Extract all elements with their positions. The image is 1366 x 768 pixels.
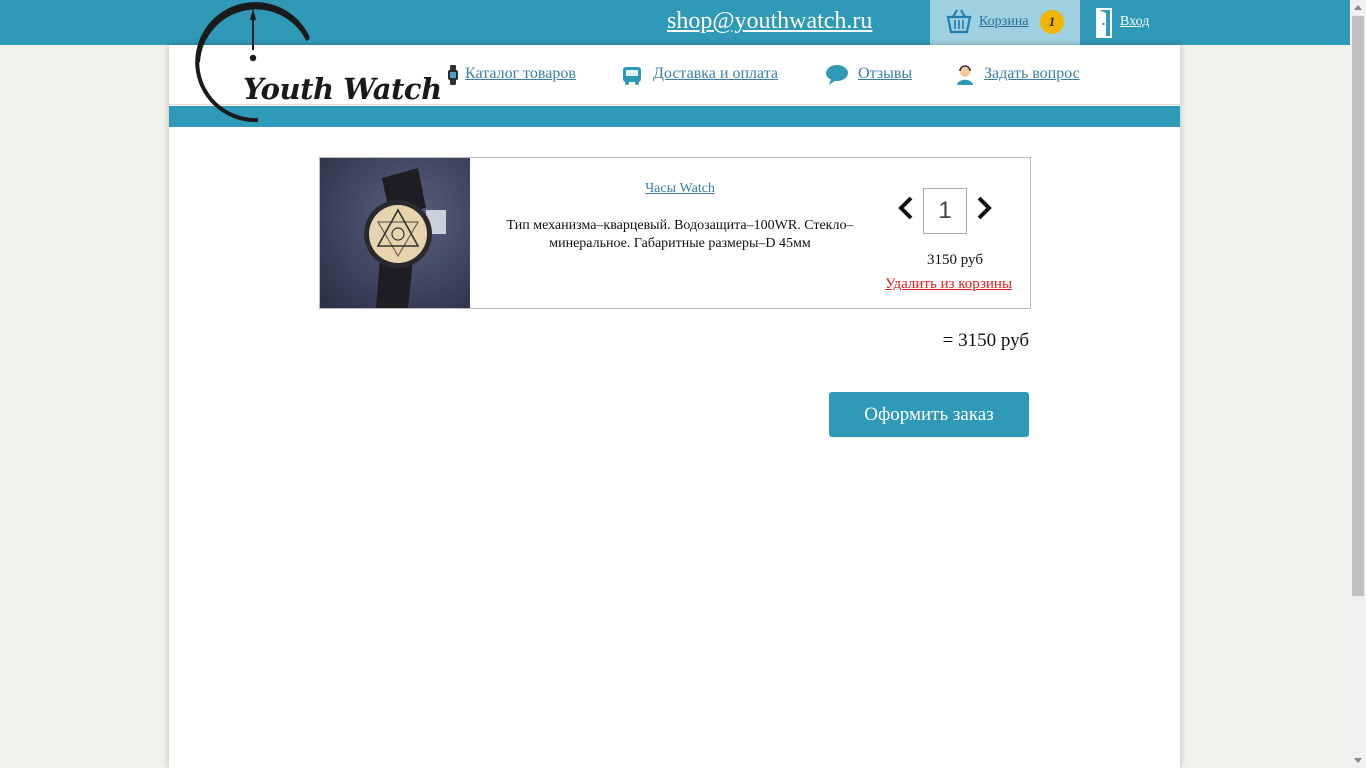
product-name-container: Часы Watch — [470, 179, 890, 197]
cart-count-badge: 1 — [1040, 10, 1064, 34]
scrollbar-thumb[interactable] — [1352, 16, 1364, 596]
nav-delivery-label: Доставка и оплата — [653, 65, 778, 82]
scroll-down-arrow-icon[interactable] — [1354, 758, 1362, 763]
nav-ask-label: Задать вопрос — [984, 65, 1080, 82]
cart-total: = 3150 руб — [942, 330, 1029, 351]
quantity-input[interactable]: 1 — [923, 188, 967, 234]
cart-button[interactable]: Корзина 1 — [930, 0, 1080, 45]
nav-catalog-label: Каталог товаров — [465, 65, 576, 82]
watch-icon — [448, 65, 458, 85]
door-icon[interactable] — [1094, 7, 1114, 39]
bus-icon — [623, 67, 641, 85]
email-link[interactable]: shop@youthwatch.ru — [667, 8, 872, 35]
item-price: 3150 руб — [927, 252, 983, 268]
logo-text[interactable]: Youth Watch — [243, 72, 442, 106]
chevron-left-icon[interactable] — [898, 196, 914, 220]
speech-bubble-icon — [826, 65, 848, 85]
remove-from-cart-link[interactable]: Удалить из корзины — [876, 276, 1021, 293]
product-description: Тип механизма–кварцевый. Водозащита–100W… — [506, 218, 854, 251]
chevron-right-icon[interactable] — [976, 196, 992, 220]
support-agent-icon — [957, 65, 973, 85]
scroll-up-arrow-icon[interactable] — [1354, 5, 1362, 10]
login-link[interactable]: Вход — [1120, 14, 1149, 30]
basket-icon — [946, 9, 972, 34]
nav-reviews-label: Отзывы — [858, 65, 913, 82]
product-name-link[interactable]: Часы Watch — [645, 181, 715, 196]
checkout-button[interactable]: Оформить заказ — [829, 392, 1029, 437]
cart-label: Корзина — [979, 14, 1029, 29]
product-image[interactable] — [320, 158, 470, 308]
